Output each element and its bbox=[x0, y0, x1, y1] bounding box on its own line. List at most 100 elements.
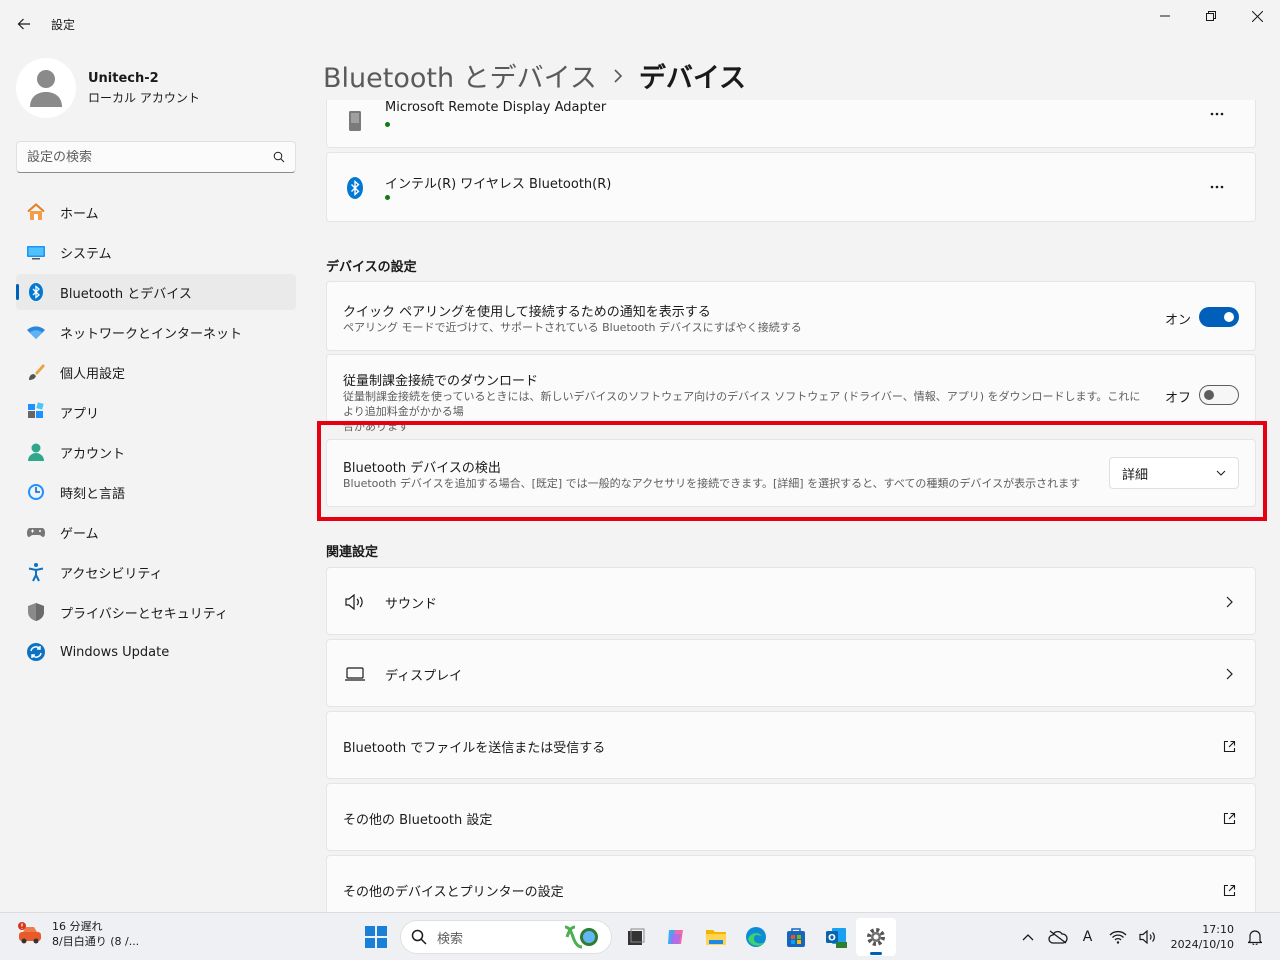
device-card[interactable]: Microsoft Remote Display Adapter bbox=[326, 100, 1256, 148]
taskbar: 16 分遅れ 8/目白通り (8 /... 検索 O A 17:10 2024/… bbox=[0, 912, 1280, 960]
ellipsis-icon bbox=[1210, 112, 1224, 116]
copilot-button[interactable] bbox=[656, 918, 696, 956]
volume-button[interactable] bbox=[1133, 922, 1163, 952]
related-label: その他の Bluetooth 設定 bbox=[343, 813, 493, 828]
gamepad-icon bbox=[24, 520, 48, 544]
sidebar-item-network[interactable]: ネットワークとインターネット bbox=[16, 314, 296, 350]
device-card[interactable]: インテル(R) ワイヤレス Bluetooth(R) bbox=[326, 152, 1256, 222]
edge-icon bbox=[746, 927, 766, 947]
bluetooth-icon bbox=[24, 280, 48, 304]
setting-description: ペアリング モードで近づけて、サポートされている Bluetooth デバイスに… bbox=[343, 321, 802, 334]
bluetooth-icon bbox=[343, 176, 367, 200]
minimize-icon bbox=[1160, 15, 1170, 17]
traffic-icon bbox=[18, 922, 41, 944]
speaker-icon bbox=[1138, 930, 1155, 944]
related-label: サウンド bbox=[385, 597, 438, 612]
weather-line2: 8/目白通り (8 /... bbox=[52, 935, 140, 948]
sidebar-item-label: アプリ bbox=[60, 406, 100, 422]
ribbon-decoration-icon bbox=[564, 925, 598, 949]
copilot-icon bbox=[668, 930, 683, 944]
task-view-button[interactable] bbox=[616, 918, 656, 956]
user-profile[interactable]: Unitech-2 ローカル アカウント bbox=[16, 58, 200, 118]
back-button[interactable] bbox=[12, 12, 36, 36]
related-bluetooth-file-transfer[interactable]: Bluetooth でファイルを送信または受信する bbox=[326, 711, 1256, 779]
sidebar-item-time-language[interactable]: 時刻と言語 bbox=[16, 474, 296, 510]
notifications-button[interactable] bbox=[1240, 922, 1270, 952]
setting-title: クイック ペアリングを使用して接続するための通知を表示する bbox=[343, 305, 711, 320]
back-arrow-icon bbox=[17, 18, 30, 30]
related-label: その他のデバイスとプリンターの設定 bbox=[343, 885, 564, 900]
more-options-button[interactable] bbox=[1207, 104, 1227, 124]
search-icon bbox=[411, 929, 427, 945]
outlook-button[interactable]: O bbox=[816, 918, 856, 956]
sidebar-item-accessibility[interactable]: アクセシビリティ bbox=[16, 554, 296, 590]
edge-button[interactable] bbox=[736, 918, 776, 956]
sidebar-item-label: 個人用設定 bbox=[60, 366, 126, 382]
section-header: デバイスの設定 bbox=[326, 260, 417, 275]
device-name: Microsoft Remote Display Adapter bbox=[385, 100, 607, 115]
restore-button[interactable] bbox=[1188, 0, 1234, 32]
store-icon bbox=[787, 928, 805, 947]
sidebar-item-windows-update[interactable]: Windows Update bbox=[16, 634, 296, 670]
toggle-state-label: オン bbox=[1165, 313, 1192, 328]
more-options-button[interactable] bbox=[1207, 177, 1227, 197]
sidebar-nav: ホーム システム Bluetooth とデバイス ネットワークとインターネット … bbox=[16, 194, 296, 674]
weather-widget[interactable]: 16 分遅れ 8/目白通り (8 /... bbox=[16, 919, 139, 949]
store-button[interactable] bbox=[776, 918, 816, 956]
sidebar-item-accounts[interactable]: アカウント bbox=[16, 434, 296, 470]
ellipsis-icon bbox=[1210, 185, 1224, 189]
show-hidden-icons-button[interactable] bbox=[1013, 922, 1043, 952]
sidebar-item-label: 時刻と言語 bbox=[60, 486, 126, 502]
user-name: Unitech-2 bbox=[88, 70, 159, 86]
folder-icon bbox=[706, 930, 726, 945]
chevron-right-icon bbox=[1219, 664, 1239, 684]
metered-download-toggle[interactable] bbox=[1199, 385, 1239, 405]
wifi-icon bbox=[1109, 930, 1127, 944]
chevron-right-icon bbox=[613, 68, 623, 83]
close-icon bbox=[1251, 10, 1263, 22]
close-button[interactable] bbox=[1234, 0, 1280, 32]
app-title: 設定 bbox=[51, 18, 76, 32]
search-input[interactable] bbox=[27, 149, 273, 165]
related-sound[interactable]: サウンド bbox=[326, 567, 1256, 635]
sidebar-item-apps[interactable]: アプリ bbox=[16, 394, 296, 430]
apps-icon bbox=[24, 400, 48, 424]
onedrive-button[interactable] bbox=[1043, 922, 1073, 952]
settings-search bbox=[16, 141, 296, 173]
ime-indicator[interactable]: A bbox=[1073, 922, 1103, 952]
sidebar-item-system[interactable]: システム bbox=[16, 234, 296, 270]
sidebar-item-bluetooth[interactable]: Bluetooth とデバイス bbox=[16, 274, 296, 310]
taskbar-apps: 検索 O bbox=[356, 918, 896, 956]
breadcrumb-parent[interactable]: Bluetooth とデバイス bbox=[323, 56, 597, 95]
sidebar-item-gaming[interactable]: ゲーム bbox=[16, 514, 296, 550]
sidebar-item-privacy[interactable]: プライバシーとセキュリティ bbox=[16, 594, 296, 630]
network-button[interactable] bbox=[1103, 922, 1133, 952]
system-tray: A 17:10 2024/10/10 bbox=[1013, 913, 1280, 960]
wifi-icon bbox=[24, 320, 48, 344]
bell-icon bbox=[1248, 930, 1262, 945]
speaker-icon bbox=[343, 590, 367, 614]
shield-icon bbox=[24, 600, 48, 624]
windows-logo-icon bbox=[365, 926, 387, 948]
swift-pair-toggle[interactable] bbox=[1199, 307, 1239, 327]
start-button[interactable] bbox=[356, 918, 396, 956]
chevron-up-icon bbox=[1022, 934, 1034, 941]
related-display[interactable]: ディスプレイ bbox=[326, 639, 1256, 707]
account-type: ローカル アカウント bbox=[88, 90, 200, 105]
taskbar-search[interactable]: 検索 bbox=[400, 920, 612, 954]
clock[interactable]: 17:10 2024/10/10 bbox=[1171, 922, 1234, 952]
sidebar-item-label: Windows Update bbox=[60, 644, 170, 660]
breadcrumb: Bluetooth とデバイス デバイス bbox=[323, 56, 746, 95]
file-explorer-button[interactable] bbox=[696, 918, 736, 956]
minimize-button[interactable] bbox=[1142, 0, 1188, 32]
sidebar-item-personalization[interactable]: 個人用設定 bbox=[16, 354, 296, 390]
sidebar-item-home[interactable]: ホーム bbox=[16, 194, 296, 230]
brush-icon bbox=[24, 360, 48, 384]
related-more-bluetooth-settings[interactable]: その他の Bluetooth 設定 bbox=[326, 783, 1256, 851]
system-icon bbox=[24, 240, 48, 264]
highlight-box bbox=[317, 421, 1267, 521]
settings-app-button[interactable] bbox=[856, 918, 896, 956]
related-devices-printers[interactable]: その他のデバイスとプリンターの設定 bbox=[326, 855, 1256, 912]
task-view-icon bbox=[628, 928, 645, 945]
external-link-icon bbox=[1219, 736, 1239, 756]
